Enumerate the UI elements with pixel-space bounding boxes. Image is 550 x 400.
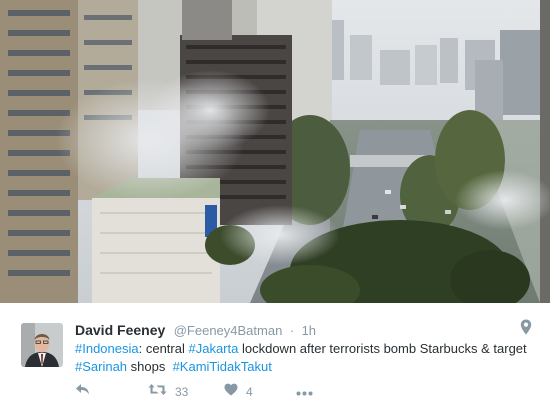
author-name[interactable]: David Feeney <box>75 322 165 338</box>
like-button[interactable]: 4 <box>224 383 253 400</box>
tweet-text-segment: : central <box>138 341 189 356</box>
heart-icon <box>224 383 238 400</box>
reply-icon <box>75 383 90 400</box>
retweet-icon <box>148 383 167 400</box>
tweet-photo[interactable] <box>0 0 550 303</box>
hashtag-link[interactable]: #KamiTidakTakut <box>173 359 272 374</box>
header-separator: · <box>289 323 295 338</box>
more-button[interactable] <box>296 383 313 400</box>
tweet-text-segment: lockdown after terrorists bomb Starbucks… <box>238 341 527 356</box>
tweet-timestamp[interactable]: 1h <box>302 323 316 338</box>
tweet-text-segment: shops <box>127 359 173 374</box>
tweet-card: David Feeney @Feeney4Batman · 1h #Indone… <box>0 0 550 400</box>
hashtag-link[interactable]: #Sarinah <box>75 359 127 374</box>
tweet-text: #Indonesia: central #Jakarta lockdown af… <box>75 340 540 376</box>
retweet-count: 33 <box>175 384 189 399</box>
retweet-button[interactable]: 33 <box>148 383 188 400</box>
tweet-header: David Feeney @Feeney4Batman · 1h <box>75 322 316 340</box>
reply-button[interactable] <box>75 383 90 400</box>
more-icon <box>296 383 313 400</box>
hashtag-link[interactable]: #Jakarta <box>188 341 238 356</box>
hashtag-link[interactable]: #Indonesia <box>75 341 139 356</box>
like-count: 4 <box>246 384 253 399</box>
location-pin-icon[interactable] <box>520 319 532 340</box>
avatar[interactable] <box>21 323 63 367</box>
author-handle[interactable]: @Feeney4Batman <box>174 323 283 338</box>
